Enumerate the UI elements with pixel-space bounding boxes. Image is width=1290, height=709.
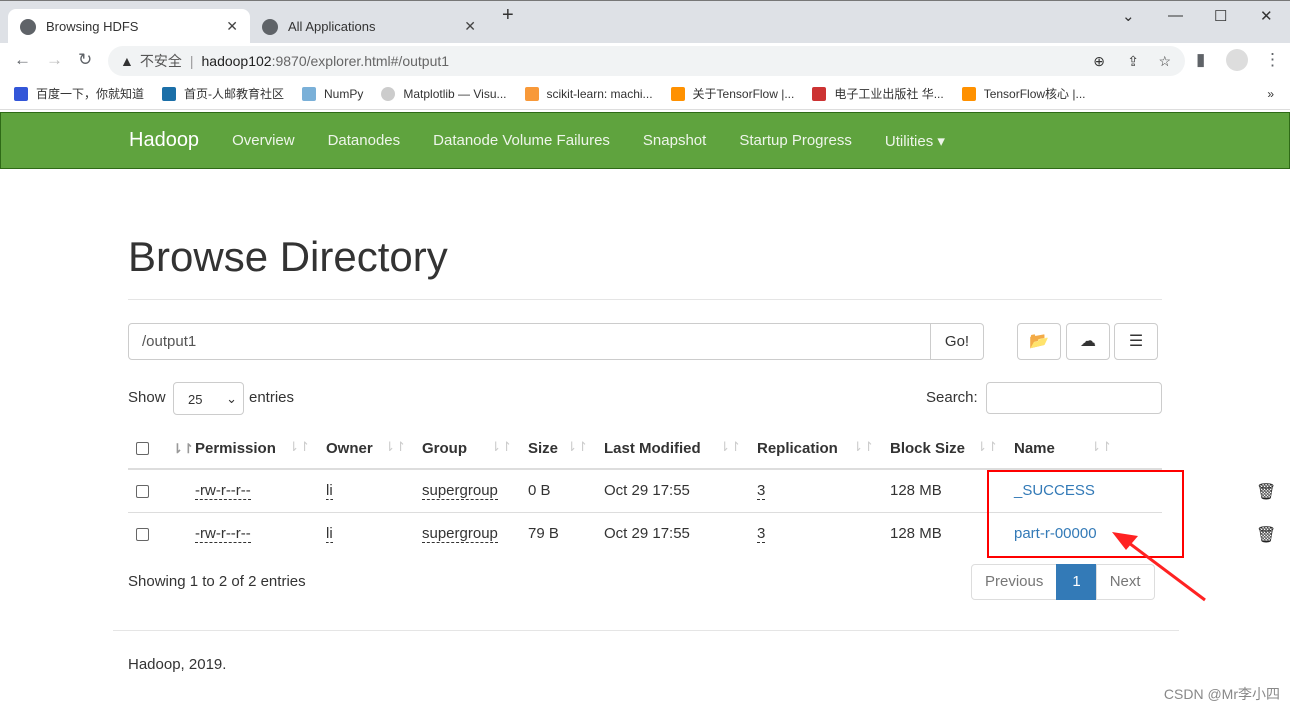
nav-startup-progress[interactable]: Startup Progress — [739, 132, 852, 149]
divider — [128, 299, 1162, 300]
search-input[interactable] — [986, 382, 1162, 414]
next-button[interactable]: Next — [1095, 564, 1155, 600]
col-permission[interactable]: Permission ⇂↾ — [187, 428, 318, 470]
entries-label: entries — [249, 389, 295, 406]
path-input[interactable]: /output1 — [128, 323, 931, 360]
col-block-size[interactable]: Block Size ⇂↾ — [882, 428, 1006, 470]
warning-icon: ▲ — [120, 53, 134, 69]
new-tab-button[interactable]: + — [502, 4, 514, 27]
bookmark[interactable]: 电子工业出版社 华... — [812, 85, 944, 102]
minimize-button[interactable]: — — [1168, 7, 1183, 24]
nav-volume-failures[interactable]: Datanode Volume Failures — [433, 132, 610, 149]
watermark: CSDN @Mr李小四 — [1163, 686, 1280, 702]
size: 0 B — [520, 468, 596, 512]
row-checkbox[interactable] — [136, 527, 149, 541]
upload-button[interactable]: ☁ — [1066, 323, 1110, 360]
nav-snapshot[interactable]: Snapshot — [643, 132, 706, 149]
trash-icon[interactable]: 🗑 — [1256, 482, 1276, 502]
replication[interactable]: 3 — [757, 525, 766, 544]
footer-text: Hadoop, 2019. — [128, 656, 227, 673]
url-input[interactable]: ▲ 不安全 | hadoop102:9870/explorer.html#/ou… — [108, 46, 1185, 76]
select-all-checkbox[interactable] — [136, 442, 149, 456]
brand-link[interactable]: Hadoop — [129, 129, 199, 152]
bookmark[interactable]: 关于TensorFlow |... — [670, 85, 794, 102]
profile-avatar[interactable] — [1226, 49, 1248, 71]
bookmark[interactable]: Matplotlib — Visu... — [381, 86, 507, 101]
address-bar-row: ← → ↻ ▲ 不安全 | hadoop102:9870/explorer.ht… — [0, 43, 1290, 78]
tab-title: All Applications — [288, 19, 376, 34]
col-size[interactable]: Size ⇂↾ — [520, 428, 596, 470]
page-size-select[interactable]: 25 ⌄ — [173, 382, 244, 415]
owner[interactable]: li — [326, 482, 333, 501]
bookmark[interactable]: scikit-learn: machi... — [524, 86, 653, 101]
go-button[interactable]: Go! — [930, 323, 984, 360]
tab-search-icon[interactable]: ⌄ — [1122, 7, 1135, 25]
col-name[interactable]: Name ⇂↾ — [1006, 428, 1162, 470]
page-1-button[interactable]: 1 — [1056, 564, 1097, 600]
row-checkbox[interactable] — [136, 484, 149, 498]
url-path: :9870/explorer.html#/output1 — [271, 53, 450, 69]
nav-utilities[interactable]: Utilities ▾ — [885, 132, 945, 150]
search-label: Search: — [926, 389, 978, 406]
col-owner[interactable]: Owner ⇂↾ — [318, 428, 414, 470]
show-label: Show — [128, 389, 166, 406]
tab-bar: Browsing HDFS ✕ All Applications ✕ + ⌄ — ☐… — [0, 0, 1290, 44]
group[interactable]: supergroup — [422, 525, 498, 544]
trash-icon[interactable]: 🗑 — [1256, 525, 1276, 545]
back-icon[interactable]: ← — [14, 50, 31, 70]
entries-info: Showing 1 to 2 of 2 entries — [128, 573, 306, 590]
bookmark[interactable]: 百度一下，你就知道 — [14, 85, 144, 102]
owner[interactable]: li — [326, 525, 333, 544]
table-header: ⇂↾ Permission ⇂↾ Owner ⇂↾ Group ⇂↾ Size ⇂↾ L… — [128, 428, 1162, 470]
close-tab-icon[interactable]: ✕ — [464, 18, 476, 35]
divider — [113, 630, 1179, 631]
bookmark[interactable]: 首页-人邮教育社区 — [162, 85, 284, 102]
star-icon[interactable]: ☆ — [1158, 53, 1171, 70]
size: 79 B — [520, 511, 596, 555]
list-icon: ☰ — [1128, 333, 1144, 350]
create-directory-button[interactable]: 📂 — [1017, 323, 1061, 360]
group[interactable]: supergroup — [422, 482, 498, 501]
forward-icon[interactable]: → — [46, 50, 63, 70]
bookmark[interactable]: TensorFlow核心 |... — [961, 85, 1086, 102]
last-modified: Oct 29 17:55 — [596, 468, 749, 512]
hadoop-navbar: Hadoop Overview Datanodes Datanode Volum… — [0, 112, 1290, 169]
col-group[interactable]: Group ⇂↾ — [414, 428, 520, 470]
url-host: hadoop102 — [201, 53, 272, 69]
folder-open-icon: 📂 — [1029, 333, 1049, 350]
page-title: Browse Directory — [128, 233, 448, 280]
security-label[interactable]: 不安全 — [140, 51, 182, 71]
col-replication[interactable]: Replication ⇂↾ — [749, 428, 882, 470]
col-last-modified[interactable]: Last Modified ⇂↾ — [596, 428, 749, 470]
globe-icon — [262, 18, 278, 35]
previous-button[interactable]: Previous — [971, 564, 1058, 600]
nav-datanodes[interactable]: Datanodes — [328, 132, 401, 149]
reload-icon[interactable]: ↻ — [78, 50, 92, 70]
pagination: Previous 1 Next — [971, 564, 1155, 600]
chevron-down-icon: ⌄ — [226, 391, 237, 406]
tab-title: Browsing HDFS — [46, 19, 139, 34]
globe-icon — [20, 18, 36, 35]
tab-all-applications[interactable]: All Applications ✕ — [250, 9, 488, 44]
bookmark[interactable]: NumPy — [302, 86, 363, 101]
nav-overview[interactable]: Overview — [232, 132, 295, 149]
last-modified: Oct 29 17:55 — [596, 511, 749, 555]
zoom-icon[interactable]: ⊕ — [1093, 53, 1105, 70]
tab-browsing-hdfs[interactable]: Browsing HDFS ✕ — [8, 9, 250, 44]
replication[interactable]: 3 — [757, 482, 766, 501]
permission[interactable]: -rw-r--r-- — [195, 525, 251, 544]
maximize-button[interactable]: ☐ — [1214, 7, 1227, 25]
bookmarks-bar: 百度一下，你就知道 首页-人邮教育社区 NumPy Matplotlib — V… — [0, 78, 1290, 110]
close-tab-icon[interactable]: ✕ — [226, 18, 238, 35]
close-window-button[interactable]: ✕ — [1260, 7, 1273, 25]
cut-paste-button[interactable]: ☰ — [1114, 323, 1158, 360]
cloud-upload-icon: ☁ — [1080, 333, 1096, 350]
more-bookmarks-icon[interactable]: » — [1267, 87, 1274, 101]
sidebar-icon[interactable]: ▮ — [1196, 50, 1205, 70]
permission[interactable]: -rw-r--r-- — [195, 482, 251, 501]
share-icon[interactable]: ⇪ — [1127, 53, 1139, 70]
menu-icon[interactable]: ⋮ — [1264, 50, 1281, 70]
